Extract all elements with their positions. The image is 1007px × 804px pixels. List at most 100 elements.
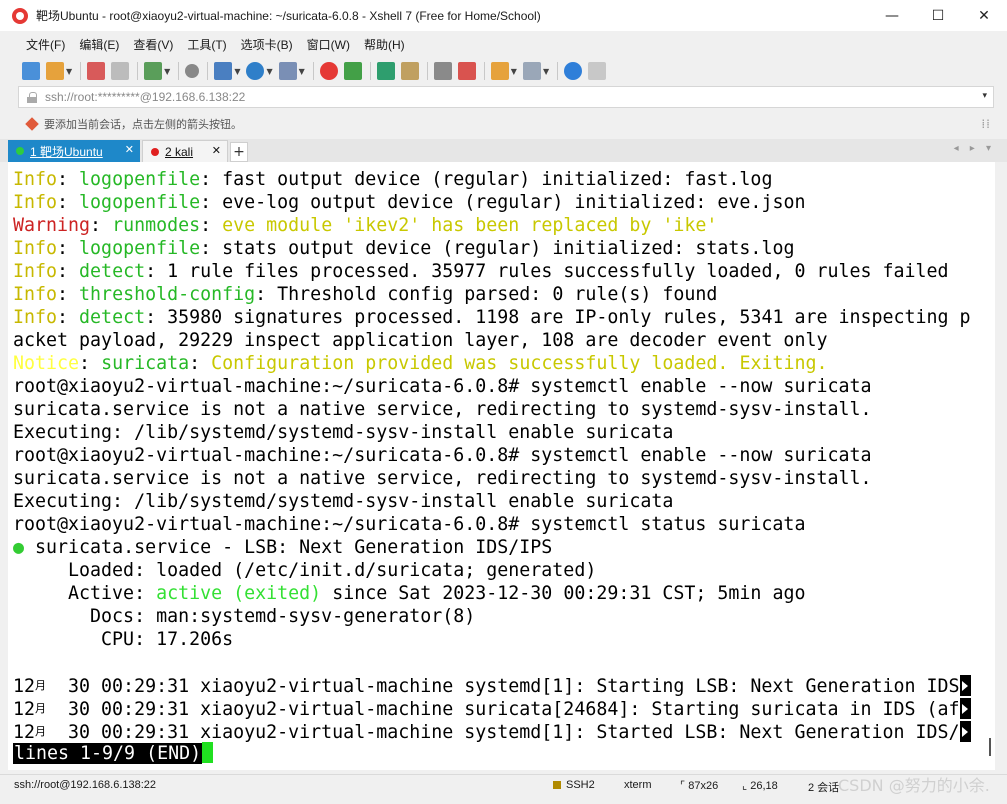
connect-icon[interactable] [87, 62, 106, 80]
keyboard-icon[interactable] [433, 62, 452, 80]
tile-icon[interactable] [522, 62, 541, 80]
lock-icon [27, 91, 37, 103]
terminal-text: 月 [35, 725, 47, 738]
terminal-line: Executing: /lib/systemd/systemd-sysv-ins… [13, 490, 995, 513]
fullscreen-icon[interactable] [376, 62, 395, 80]
terminal-text: detect [79, 261, 146, 282]
hint-bar: 要添加当前会话，点击左侧的箭头按钮。 ⁞⁞ [0, 112, 1007, 136]
chevron-down-icon[interactable]: ▼ [543, 67, 549, 76]
maximize-button[interactable]: ☐ [915, 0, 961, 31]
window-controls: — ☐ ✕ [869, 0, 1007, 31]
layout-icon[interactable] [214, 62, 233, 80]
terminal-line: Info: logopenfile: eve-log output device… [13, 191, 995, 214]
menu-file[interactable]: 文件(F) [26, 36, 65, 53]
terminal-text: 30 00:29:31 xiaoyu2-virtual-machine syst… [46, 722, 960, 743]
menu-tab[interactable]: 选项卡(B) [241, 36, 293, 53]
terminal-text: : Threshold config parsed: 0 rule(s) fou… [255, 284, 718, 305]
terminal-text: : 35980 signatures processed. 1198 are I… [145, 307, 971, 328]
toolbar-separator [426, 62, 428, 80]
terminal-text: root@xiaoyu2-virtual-machine:~/suricata-… [13, 514, 806, 535]
terminal-text: Info [13, 307, 58, 328]
terminal-text: : eve-log output device (regular) initia… [200, 192, 806, 213]
open-folder-icon[interactable] [46, 62, 64, 80]
help-icon[interactable] [564, 62, 583, 80]
terminal-text: Info [13, 169, 58, 190]
terminal-text: 30 00:29:31 xiaoyu2-virtual-machine suri… [46, 699, 960, 720]
chevron-down-icon[interactable]: ▾ [982, 91, 987, 101]
terminal-text: : [57, 169, 80, 190]
terminal-line: Executing: /lib/systemd/systemd-sysv-ins… [13, 421, 995, 444]
menu-tools[interactable]: 工具(T) [187, 36, 226, 53]
terminal-text: Info [13, 192, 58, 213]
chevron-down-icon[interactable]: ▼ [66, 67, 72, 76]
terminal-text: Executing: /lib/systemd/systemd-sysv-ins… [13, 422, 674, 443]
status-sessions: 2 会话 [808, 782, 840, 794]
find-icon[interactable] [185, 64, 200, 78]
transfer-icon[interactable] [343, 62, 362, 80]
chevron-down-icon[interactable]: ▼ [299, 67, 305, 76]
chevron-down-icon[interactable]: ▼ [164, 67, 170, 76]
tab-kali[interactable]: 2 kali ✕ [142, 140, 228, 162]
address-input[interactable]: ssh://root:*********@192.168.6.138:22 [45, 90, 245, 104]
chevron-down-icon[interactable]: ▼ [266, 67, 272, 76]
watermark: CSDN @努力的小余. [838, 776, 990, 795]
terminal-text: Configuration provided was successfully … [211, 353, 828, 374]
terminal-text: suricata.service - LSB: Next Generation … [24, 537, 553, 558]
terminal-line: 12月 30 00:29:31 xiaoyu2-virtual-machine … [13, 674, 995, 697]
bookmark-arrow-icon[interactable] [25, 117, 39, 131]
chat-icon[interactable] [588, 62, 607, 80]
compose-icon[interactable] [457, 62, 476, 80]
window-title: 靶场Ubuntu - root@xiaoyu2-virtual-machine:… [36, 9, 541, 23]
terminal-text: active (exited) [156, 583, 322, 604]
toolbar: ▼ ▼ ▼ ▼ ▼ ▼ ▼ [0, 57, 1007, 85]
terminal-text: root@xiaoyu2-virtual-machine:~/suricata-… [13, 445, 872, 466]
xftp-icon[interactable] [319, 62, 338, 80]
toolbar-separator [312, 62, 314, 80]
terminal-text: Active: [13, 583, 157, 604]
terminal-scrollbar[interactable] [985, 162, 995, 770]
add-tab-button[interactable]: + [230, 142, 248, 162]
pager-prompt-text: lines 1-9/9 (END) [13, 743, 203, 764]
terminal-cursor [202, 742, 214, 763]
status-position: ⌞ 26,18 [742, 780, 778, 792]
close-icon[interactable]: ✕ [212, 144, 221, 157]
minimize-button[interactable]: — [869, 0, 915, 31]
tab-status-icon [151, 147, 159, 156]
address-bar[interactable]: ssh://root:*********@192.168.6.138:22 ▾ [18, 86, 994, 108]
menu-view[interactable]: 查看(V) [133, 36, 173, 53]
lock-icon[interactable] [400, 62, 419, 80]
tab-ubuntu[interactable]: 1 靶场Ubuntu ✕ [8, 140, 140, 162]
terminal-line: Info: detect: 1 rule files processed. 35… [13, 260, 995, 283]
disconnect-icon[interactable] [111, 62, 130, 80]
tab-navigation-icon[interactable]: ◂ ▸ ▾ [954, 143, 995, 154]
chevron-down-icon[interactable]: ▼ [234, 67, 240, 76]
terminal-line: root@xiaoyu2-virtual-machine:~/suricata-… [13, 375, 995, 398]
scrollbar-thumb[interactable] [989, 738, 991, 756]
status-position-text: 26,18 [750, 780, 778, 792]
close-button[interactable]: ✕ [961, 0, 1007, 31]
terminal-text: since Sat 2023-12-30 00:29:31 CST; 5min … [321, 583, 806, 604]
terminal-text: 月 [35, 679, 47, 692]
properties-icon[interactable] [144, 62, 163, 80]
font-icon[interactable] [278, 62, 297, 80]
globe-icon[interactable] [246, 62, 265, 80]
new-session-icon[interactable] [22, 62, 40, 80]
terminal-text: 30 00:29:31 xiaoyu2-virtual-machine syst… [46, 676, 960, 697]
hint-text: 要添加当前会话，点击左侧的箭头按钮。 [44, 118, 242, 131]
xshell-logo-icon [12, 7, 28, 24]
chevron-down-icon[interactable]: ▼ [511, 67, 517, 76]
toolbar-separator [557, 62, 559, 80]
add-tab-icon[interactable] [490, 62, 509, 80]
terminal-line: suricata.service is not a native service… [13, 398, 995, 421]
close-icon[interactable]: ✕ [125, 143, 134, 156]
menu-window[interactable]: 窗口(W) [307, 36, 350, 53]
status-size: ⌜ 87x26 [680, 780, 719, 792]
menu-edit[interactable]: 编辑(E) [79, 36, 119, 53]
lock-icon [553, 781, 561, 789]
terminal-text: : fast output device (regular) initializ… [200, 169, 773, 190]
menu-help[interactable]: 帮助(H) [364, 36, 405, 53]
terminal-text: acket payload, 29229 inspect application… [13, 330, 828, 351]
terminal-output[interactable]: Info: logopenfile: fast output device (r… [8, 162, 995, 770]
more-icon[interactable]: ⁞⁞ [981, 117, 991, 131]
